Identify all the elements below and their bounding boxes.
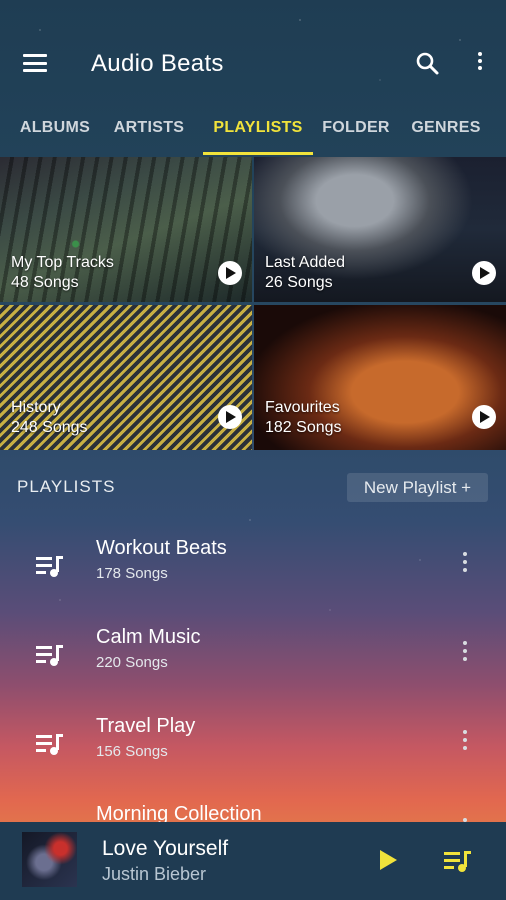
playlist-icon <box>36 556 63 577</box>
featured-card-history[interactable]: History 248 Songs <box>0 305 252 450</box>
more-vertical-icon[interactable] <box>460 641 470 665</box>
card-title: Last Added <box>265 254 346 271</box>
more-vertical-icon[interactable] <box>460 552 470 576</box>
card-count: 26 Songs <box>265 274 333 291</box>
tab-playlists[interactable]: PLAYLISTS <box>203 100 313 156</box>
more-vertical-icon[interactable] <box>470 52 490 76</box>
play-icon[interactable] <box>218 405 242 429</box>
list-item[interactable]: Calm Music 220 Songs <box>0 614 506 703</box>
now-playing-artist: Justin Bieber <box>102 864 207 884</box>
playlist-name: Workout Beats <box>96 537 227 559</box>
app-bar: Audio Beats <box>0 28 506 100</box>
new-playlist-button[interactable]: New Playlist + <box>347 473 488 502</box>
tab-artists[interactable]: ARTISTS <box>108 100 190 156</box>
featured-card-top-tracks[interactable]: My Top Tracks 48 Songs <box>0 157 252 302</box>
more-vertical-icon[interactable] <box>460 730 470 754</box>
tab-indicator <box>203 152 313 155</box>
card-title: My Top Tracks <box>11 254 114 271</box>
playlist-count: 156 Songs <box>96 743 168 760</box>
queue-icon[interactable] <box>444 849 472 873</box>
list-item[interactable]: Workout Beats 178 Songs <box>0 525 506 614</box>
featured-playlists-grid: My Top Tracks 48 Songs Last Added 26 Son… <box>0 157 506 450</box>
card-count: 48 Songs <box>11 274 79 291</box>
playlists-section-title: PLAYLISTS <box>17 477 116 496</box>
tab-folder[interactable]: FOLDER <box>318 100 394 156</box>
category-tabs: ALBUMS ARTISTS PLAYLISTS FOLDER GENRES <box>0 100 506 156</box>
playlist-count: 178 Songs <box>96 565 168 582</box>
play-icon[interactable] <box>378 850 398 870</box>
tab-albums[interactable]: ALBUMS <box>14 100 96 156</box>
app-title: Audio Beats <box>91 50 224 77</box>
card-title: Favourites <box>265 399 340 416</box>
card-count: 182 Songs <box>265 419 342 436</box>
featured-card-favourites[interactable]: Favourites 182 Songs <box>254 305 506 450</box>
now-playing-bar[interactable]: Love Yourself Justin Bieber <box>0 822 506 900</box>
card-title: History <box>11 399 61 416</box>
playlist-count: 220 Songs <box>96 654 168 671</box>
album-art <box>22 832 77 887</box>
menu-icon[interactable] <box>23 54 47 72</box>
card-count: 248 Songs <box>11 419 88 436</box>
featured-card-last-added[interactable]: Last Added 26 Songs <box>254 157 506 302</box>
playlist-name: Calm Music <box>96 626 201 648</box>
tab-genres[interactable]: GENRES <box>408 100 484 156</box>
play-icon[interactable] <box>218 261 242 285</box>
search-icon[interactable] <box>414 50 442 78</box>
playlist-icon <box>36 734 63 755</box>
play-icon[interactable] <box>472 261 496 285</box>
playlist-icon <box>36 645 63 666</box>
play-icon[interactable] <box>472 405 496 429</box>
playlist-name: Travel Play <box>96 715 196 737</box>
now-playing-title: Love Yourself <box>102 837 229 860</box>
list-item[interactable]: Travel Play 156 Songs <box>0 703 506 792</box>
